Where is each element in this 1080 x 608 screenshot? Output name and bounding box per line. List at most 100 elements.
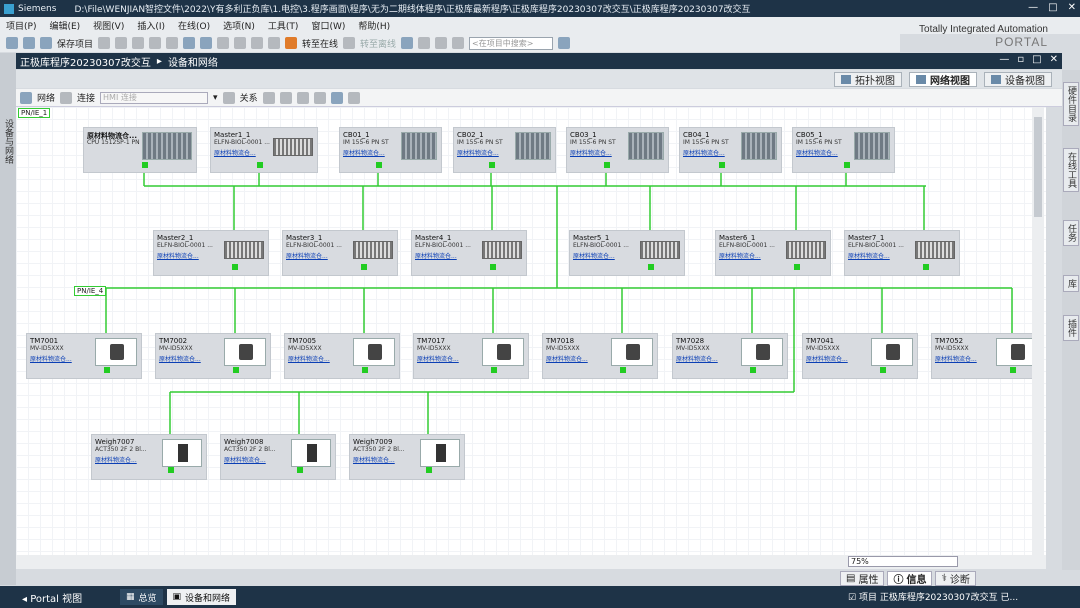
menu-view[interactable]: 视图(V) xyxy=(93,19,124,32)
network-mode-icon[interactable] xyxy=(20,91,32,104)
grid-toggle-icon[interactable] xyxy=(330,91,343,104)
go-offline-button[interactable]: 转至离线 xyxy=(360,37,396,50)
menu-window[interactable]: 窗口(W) xyxy=(311,19,345,32)
accessible-devices-icon[interactable] xyxy=(401,37,414,49)
paste-icon[interactable] xyxy=(149,37,162,49)
scrollbar-thumb[interactable] xyxy=(1034,117,1042,217)
close-icon[interactable]: ✕ xyxy=(1068,2,1076,13)
device-plc-link[interactable]: 原材料物流仓... xyxy=(353,455,395,464)
menu-tools[interactable]: 工具(T) xyxy=(268,19,299,32)
device-plc-link[interactable]: 原材料物流仓... xyxy=(676,354,718,363)
editor-close-icon[interactable]: ✕ xyxy=(1050,54,1058,65)
profinet-port-icon[interactable] xyxy=(844,162,850,168)
layout-icon[interactable] xyxy=(296,91,309,104)
profinet-port-icon[interactable] xyxy=(620,367,626,373)
master5-device[interactable]: Master5_1 ELFN-BIOL-0001 ... 原材料物流仓... xyxy=(569,230,685,276)
device-plc-link[interactable]: 原材料物流仓... xyxy=(796,148,838,157)
relations-icon[interactable] xyxy=(222,91,235,104)
minimize-icon[interactable]: — xyxy=(1028,2,1038,13)
device-plc-link[interactable]: 原材料物流仓... xyxy=(157,251,199,260)
weigh7007-device[interactable]: Weigh7007 ACT350 2F 2 Bl... 原材料物流仓... xyxy=(91,434,207,480)
profinet-port-icon[interactable] xyxy=(233,367,239,373)
device-plc-link[interactable]: 原材料物流仓... xyxy=(848,251,890,260)
device-plc-link[interactable]: 原材料物流仓... xyxy=(806,354,848,363)
go-online-button[interactable]: 转至在线 xyxy=(302,37,338,50)
save-project-button[interactable]: 保存项目 xyxy=(57,37,93,50)
device-plc-link[interactable]: 原材料物流仓... xyxy=(343,148,385,157)
device-plc-link[interactable]: 原材料物流仓... xyxy=(30,354,72,363)
editor-maximize-icon[interactable]: □ xyxy=(1032,54,1041,65)
device-plc-link[interactable]: 原材料物流仓... xyxy=(719,251,761,260)
relations-button[interactable]: 关系 xyxy=(240,91,258,104)
tm7052-device[interactable]: TM7052 MV-ID5XXX 原材料物流仓... xyxy=(931,333,1043,379)
new-project-icon[interactable] xyxy=(6,37,18,49)
subnet-label-pnie1[interactable]: PN/IE_1 xyxy=(18,108,51,118)
cross-reference-icon[interactable] xyxy=(418,37,431,49)
network-canvas[interactable]: PN/IE_1 PN/IE_4 原材料物流仓... CPU 1512SP-1 P… xyxy=(16,107,1046,555)
cb04-device[interactable]: CB04_1 IM 155-6 PN ST 原材料物流仓... xyxy=(679,127,782,173)
master7-device[interactable]: Master7_1 ELFN-BIOL-0001 ... 原材料物流仓... xyxy=(844,230,960,276)
subnet-label-pnie4[interactable]: PN/IE_4 xyxy=(74,286,107,296)
redo-icon[interactable] xyxy=(200,37,213,49)
menu-help[interactable]: 帮助(H) xyxy=(358,19,390,32)
compile-icon[interactable] xyxy=(217,37,230,49)
menu-online[interactable]: 在线(O) xyxy=(178,19,210,32)
tasks-tab[interactable]: 任务 xyxy=(1063,220,1079,246)
cb05-device[interactable]: CB05_1 IM 155-6 PN ST 原材料物流仓... xyxy=(792,127,895,173)
master6-device[interactable]: Master6_1 ELFN-BIOL-0001 ... 原材料物流仓... xyxy=(715,230,831,276)
weigh7008-device[interactable]: Weigh7008 ACT350 2F 2 Bl... 原材料物流仓... xyxy=(220,434,336,480)
portal-view-button[interactable]: ◂ Portal 视图 xyxy=(0,590,120,605)
table-view-icon[interactable] xyxy=(262,91,275,104)
canvas-vertical-scrollbar[interactable] xyxy=(1032,107,1044,555)
device-plc-link[interactable]: 原材料物流仓... xyxy=(935,354,977,363)
plc-device[interactable]: 原材料物流仓... CPU 1512SP-1 PN xyxy=(83,127,197,173)
device-plc-link[interactable]: 原材料物流仓... xyxy=(214,148,256,157)
open-project-icon[interactable] xyxy=(23,37,35,49)
tm7041-device[interactable]: TM7041 MV-ID5XXX 原材料物流仓... xyxy=(802,333,918,379)
cut-icon[interactable] xyxy=(115,37,128,49)
device-plc-link[interactable]: 原材料物流仓... xyxy=(224,455,266,464)
tm7028-device[interactable]: TM7028 MV-ID5XXX 原材料物流仓... xyxy=(672,333,788,379)
project-search-input[interactable]: <在项目中搜索> xyxy=(469,36,554,50)
master2-device[interactable]: Master2_1 ELFN-BIOL-0001 ... 原材料物流仓... xyxy=(153,230,269,276)
profinet-port-icon[interactable] xyxy=(376,162,382,168)
connect-mode-button[interactable]: 连接 xyxy=(77,91,95,104)
page-break-icon[interactable] xyxy=(313,91,326,104)
save-icon[interactable] xyxy=(40,37,52,49)
hardware-catalog-tab[interactable]: 硬件目录 xyxy=(1063,82,1079,126)
print-icon[interactable] xyxy=(98,37,111,49)
copy-icon[interactable] xyxy=(132,37,145,49)
cb03-device[interactable]: CB03_1 IM 155-6 PN ST 原材料物流仓... xyxy=(566,127,669,173)
menu-insert[interactable]: 插入(I) xyxy=(137,19,165,32)
libraries-tab[interactable]: 库 xyxy=(1063,275,1079,292)
tm7017-device[interactable]: TM7017 MV-ID5XXX 原材料物流仓... xyxy=(413,333,529,379)
cb01-device[interactable]: CB01_1 IM 155-6 PN ST 原材料物流仓... xyxy=(339,127,442,173)
online-tools-tab[interactable]: 在线工具 xyxy=(1063,148,1079,192)
profinet-port-icon[interactable] xyxy=(490,264,496,270)
weigh7009-device[interactable]: Weigh7009 ACT350 2F 2 Bl... 原材料物流仓... xyxy=(349,434,465,480)
upload-icon[interactable] xyxy=(251,37,264,49)
address-view-icon[interactable] xyxy=(279,91,292,104)
diagnostics-tab[interactable]: ⚕ 诊断 xyxy=(935,571,976,586)
device-plc-link[interactable]: 原材料物流仓... xyxy=(546,354,588,363)
connect-mode-icon[interactable] xyxy=(60,91,73,104)
menu-project[interactable]: 项目(P) xyxy=(6,19,36,32)
profinet-port-icon[interactable] xyxy=(489,162,495,168)
zoom-select[interactable]: 75% xyxy=(848,556,958,567)
device-plc-link[interactable]: 原材料物流仓... xyxy=(457,148,499,157)
profinet-port-icon[interactable] xyxy=(1010,367,1016,373)
master1-device[interactable]: Master1_1 ELFN-BIOL-0001 ... 原材料物流仓... xyxy=(210,127,318,173)
simulation-icon[interactable] xyxy=(268,37,281,49)
device-plc-link[interactable]: 原材料物流仓... xyxy=(95,455,137,464)
profinet-port-icon[interactable] xyxy=(648,264,654,270)
profinet-port-icon[interactable] xyxy=(794,264,800,270)
profinet-port-icon[interactable] xyxy=(719,162,725,168)
tm7002-device[interactable]: TM7002 MV-ID5XXX 原材料物流仓... xyxy=(155,333,271,379)
connection-type-select[interactable]: HMI 连接 xyxy=(100,91,209,104)
tm7005-device[interactable]: TM7005 MV-ID5XXX 原材料物流仓... xyxy=(284,333,400,379)
profinet-port-icon[interactable] xyxy=(104,367,110,373)
search-icon[interactable] xyxy=(558,37,571,49)
device-plc-link[interactable]: 原材料物流仓... xyxy=(573,251,615,260)
master3-device[interactable]: Master3_1 ELFN-BIOL-0001 ... 原材料物流仓... xyxy=(282,230,398,276)
zoom-icon[interactable] xyxy=(347,91,360,104)
